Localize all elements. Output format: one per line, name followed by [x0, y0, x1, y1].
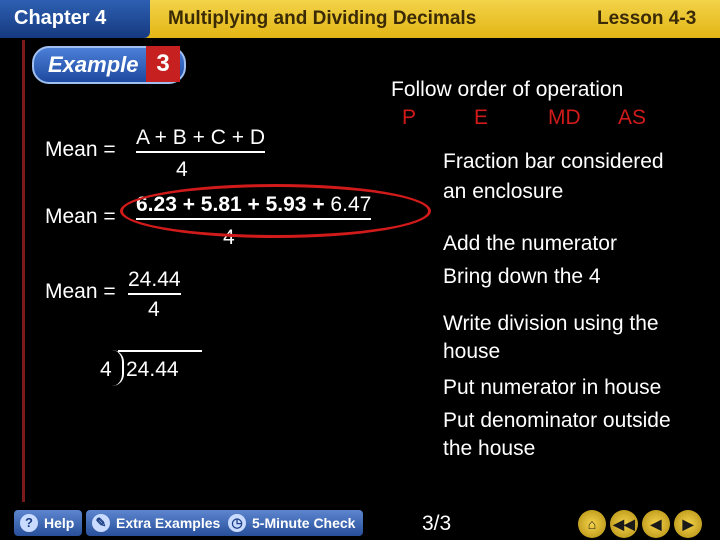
long-division-divisor: 4 [100, 358, 112, 381]
lesson-header: Chapter 4 Multiplying and Dividing Decim… [0, 0, 720, 38]
order-e: E [474, 106, 489, 129]
clock-icon: ◷ [228, 514, 246, 532]
five-minute-check-label: 5-Minute Check [252, 515, 356, 531]
order-title: Follow order of operation [391, 78, 624, 101]
example-number: 3 [146, 46, 180, 82]
previous-button[interactable]: ◀ [642, 510, 670, 538]
long-division-dividend: 24.44 [126, 358, 179, 381]
highlight-oval [120, 184, 431, 238]
sum-denominator: 4 [148, 298, 160, 321]
put-numerator-text: Put numerator in house [443, 376, 662, 399]
sum-numerator: 24.44 [128, 268, 181, 295]
next-button[interactable]: ▶ [674, 510, 702, 538]
help-button[interactable]: ? Help [14, 510, 83, 536]
bring-down-text: Bring down the 4 [443, 265, 601, 288]
extra-examples-button[interactable]: ✎ Extra Examples [86, 510, 229, 536]
put-denominator-line-1: Put denominator outside [443, 409, 671, 432]
formula-denominator: 4 [176, 158, 188, 181]
forward-arrow-icon: ▶ [682, 516, 694, 532]
rewind-icon: ◀◀ [613, 516, 635, 532]
put-denominator-line-2: the house [443, 437, 536, 460]
fraction-line-2: an enclosure [443, 180, 564, 203]
write-division-line-2: house [443, 340, 501, 363]
formula-numerator: A + B + C + D [136, 126, 265, 153]
mean-label-1: Mean = [45, 138, 116, 161]
order-as: AS [618, 106, 647, 129]
write-division-line-1: Write division using the [443, 312, 659, 335]
mean-label-2: Mean = [45, 205, 116, 228]
page-indicator: 3/3 [422, 512, 452, 535]
fraction-line-1: Fraction bar considered [443, 150, 664, 173]
example-label: Example [48, 52, 139, 77]
extra-examples-label: Extra Examples [116, 515, 221, 531]
chapter-label: Chapter 4 [14, 7, 107, 29]
first-page-button[interactable]: ◀◀ [610, 510, 638, 538]
add-numerator-text: Add the numerator [443, 232, 617, 255]
chapter-title: Multiplying and Dividing Decimals [168, 8, 477, 29]
five-minute-check-button[interactable]: ◷ 5-Minute Check [222, 510, 364, 536]
home-button[interactable]: ⌂ [578, 510, 606, 538]
help-label: Help [44, 515, 75, 531]
examples-icon: ✎ [92, 514, 110, 532]
lesson-label: Lesson 4-3 [597, 8, 697, 29]
help-icon: ? [20, 514, 38, 532]
home-icon: ⌂ [587, 516, 597, 532]
mean-label-3: Mean = [45, 280, 116, 303]
back-arrow-icon: ◀ [650, 516, 662, 532]
order-p: P [402, 106, 417, 129]
chapter-tab: Chapter 4 [0, 0, 150, 38]
order-md: MD [548, 106, 581, 129]
